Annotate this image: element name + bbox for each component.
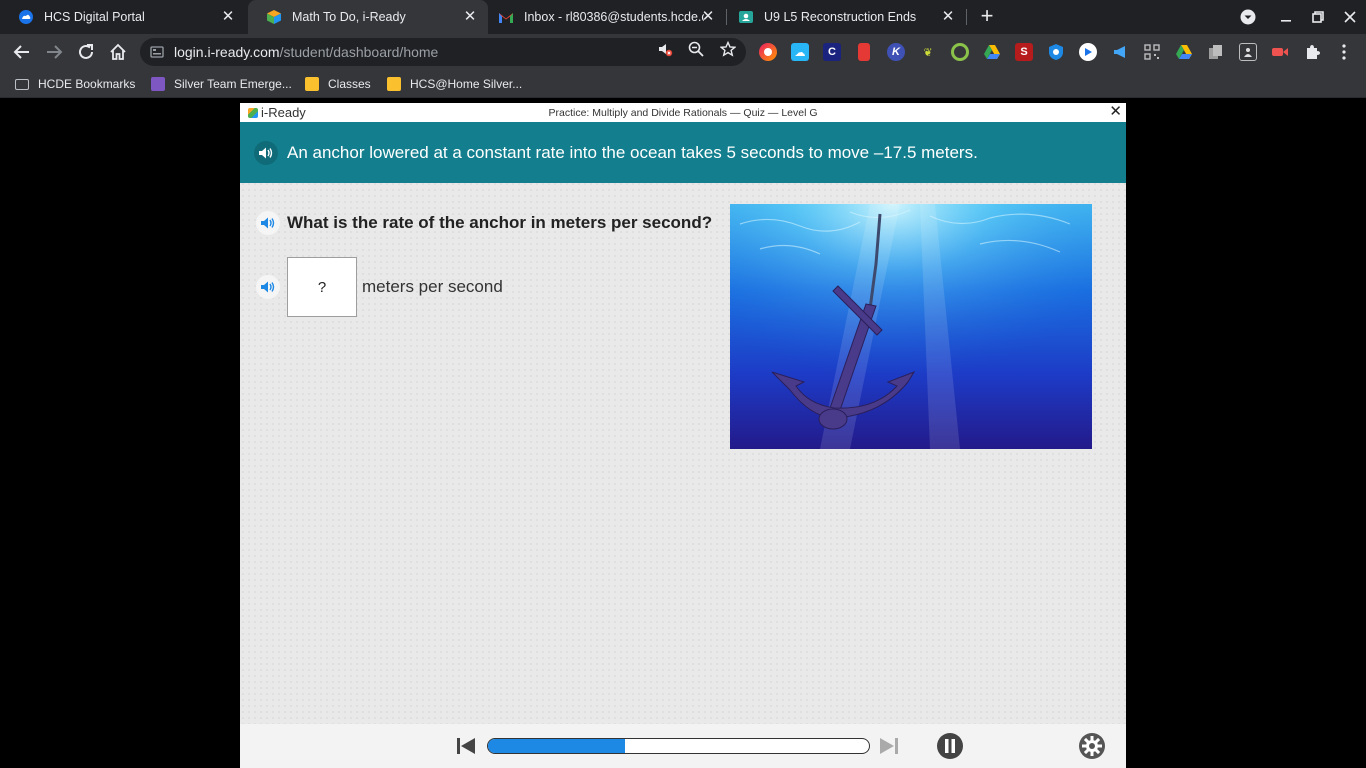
bookmark-hcs-home[interactable]: HCS@Home Silver... (387, 76, 522, 92)
tab-divider (966, 9, 967, 25)
extension-shield-icon[interactable] (1047, 43, 1065, 61)
bookmark-label: HCDE Bookmarks (38, 77, 136, 91)
list-icon (151, 77, 165, 91)
anchor-underwater-image (730, 204, 1092, 449)
tab-title: Math To Do, i-Ready (292, 10, 406, 24)
tab-title: U9 L5 Reconstruction Ends (764, 10, 917, 24)
tab-inbox[interactable]: Inbox - rl80386@students.hcde.o ✕ (480, 0, 726, 34)
extension-s-icon[interactable]: S (1015, 43, 1033, 61)
tab-search-icon[interactable] (1233, 0, 1263, 34)
bookmark-silver-team[interactable]: Silver Team Emerge... (151, 76, 292, 92)
classroom-icon (305, 77, 319, 91)
speaker-icon[interactable] (254, 140, 278, 165)
close-window-icon[interactable] (1335, 0, 1365, 34)
cloud-portal-icon (18, 9, 34, 25)
speaker-icon[interactable] (256, 275, 280, 299)
answer-input[interactable]: ? (287, 257, 357, 317)
lesson-progress-bar (487, 738, 870, 754)
extension-copy-icon[interactable] (1207, 43, 1225, 61)
pause-icon[interactable] (936, 732, 964, 760)
minimize-icon[interactable] (1271, 0, 1301, 34)
answer-row: ? meters per second (256, 257, 503, 317)
problem-statement: An anchor lowered at a constant rate int… (287, 142, 978, 162)
folder-icon (15, 78, 29, 90)
extension-megaphone-icon[interactable] (1111, 43, 1129, 61)
bookmark-label: Classes (328, 77, 371, 91)
bookmarks-bar: HCDE Bookmarks Silver Team Emerge... Cla… (0, 70, 1366, 98)
settings-gear-icon[interactable] (1078, 732, 1106, 760)
bookmark-hcde-bookmarks[interactable]: HCDE Bookmarks (15, 76, 135, 92)
tab-u9-l5[interactable]: U9 L5 Reconstruction Ends ✕ (720, 0, 966, 34)
extension-c-icon[interactable]: C (823, 43, 841, 61)
extensions-puzzle-icon[interactable] (1303, 43, 1321, 61)
back-icon[interactable] (10, 40, 34, 64)
forward-icon[interactable] (42, 40, 66, 64)
tab-hcs-digital-portal[interactable]: HCS Digital Portal ✕ (0, 0, 246, 34)
site-info-icon[interactable] (150, 45, 164, 59)
extension-book-icon[interactable] (858, 43, 870, 61)
url-path: /student/dashboard/home (279, 44, 439, 60)
restore-icon[interactable] (1303, 0, 1333, 34)
bookmark-label: HCS@Home Silver... (410, 77, 523, 91)
media-muted-icon[interactable] (656, 40, 674, 58)
question-text: What is the rate of the anchor in meters… (287, 213, 713, 232)
lesson-title: Practice: Multiply and Divide Rationals … (548, 107, 818, 119)
extension-screencast-icon[interactable] (759, 43, 777, 61)
tab-title: Inbox - rl80386@students.hcde.o (524, 10, 704, 24)
extension-target-icon[interactable] (951, 43, 969, 61)
classroom-assignment-icon (738, 9, 754, 25)
bookmark-classes[interactable]: Classes (305, 76, 371, 92)
bookmark-label: Silver Team Emerge... (174, 77, 292, 91)
tab-title: HCS Digital Portal (44, 10, 145, 24)
extension-cloud-icon[interactable]: ☁ (791, 43, 809, 61)
extension-drive-icon[interactable] (983, 43, 1001, 61)
url-text[interactable]: login.i-ready.com/student/dashboard/home (174, 44, 438, 60)
extension-crop-icon[interactable] (1239, 43, 1257, 61)
tab-math-to-do[interactable]: Math To Do, i-Ready ✕ (248, 0, 488, 34)
home-icon[interactable] (106, 40, 130, 64)
speaker-icon[interactable] (256, 211, 280, 235)
skip-forward-icon[interactable] (878, 735, 900, 757)
close-tab-icon[interactable]: ✕ (940, 9, 956, 25)
close-tab-icon[interactable]: ✕ (462, 9, 478, 25)
extension-bird-icon[interactable]: ❦ (919, 43, 937, 61)
zoom-icon[interactable] (687, 40, 705, 58)
lesson-header: i-Ready Practice: Multiply and Divide Ra… (240, 103, 1126, 122)
more-menu-icon[interactable] (1335, 43, 1353, 61)
browser-toolbar: login.i-ready.com/student/dashboard/home… (0, 34, 1366, 70)
reload-icon[interactable] (74, 40, 98, 64)
page-viewport: i-Ready Practice: Multiply and Divide Ra… (0, 99, 1366, 768)
tab-strip: HCS Digital Portal ✕ Math To Do, i-Ready… (0, 0, 1366, 34)
new-tab-button[interactable]: + (976, 5, 998, 27)
close-tab-icon[interactable]: ✕ (700, 9, 716, 25)
lesson-progress-fill (488, 739, 626, 753)
prompt-banner: An anchor lowered at a constant rate int… (240, 122, 1126, 183)
unit-label: meters per second (362, 277, 503, 296)
extension-drive-2-icon[interactable] (1175, 43, 1193, 61)
lesson-player: i-Ready Practice: Multiply and Divide Ra… (240, 103, 1126, 768)
extension-play-icon[interactable] (1079, 43, 1097, 61)
extension-qr-icon[interactable] (1143, 43, 1161, 61)
folder-icon (387, 77, 401, 91)
gmail-icon (498, 9, 514, 25)
extension-record-icon[interactable] (1271, 43, 1289, 61)
url-host: login.i-ready.com (174, 44, 280, 60)
skip-back-icon[interactable] (455, 735, 477, 757)
close-lesson-icon[interactable]: ✕ (1109, 103, 1122, 121)
bookmark-star-icon[interactable] (719, 40, 737, 58)
question-row: What is the rate of the anchor in meters… (256, 211, 712, 235)
lesson-footer (240, 724, 1126, 768)
extension-k-icon[interactable]: K (887, 43, 905, 61)
close-tab-icon[interactable]: ✕ (220, 9, 236, 25)
iready-cube-icon (266, 9, 282, 25)
